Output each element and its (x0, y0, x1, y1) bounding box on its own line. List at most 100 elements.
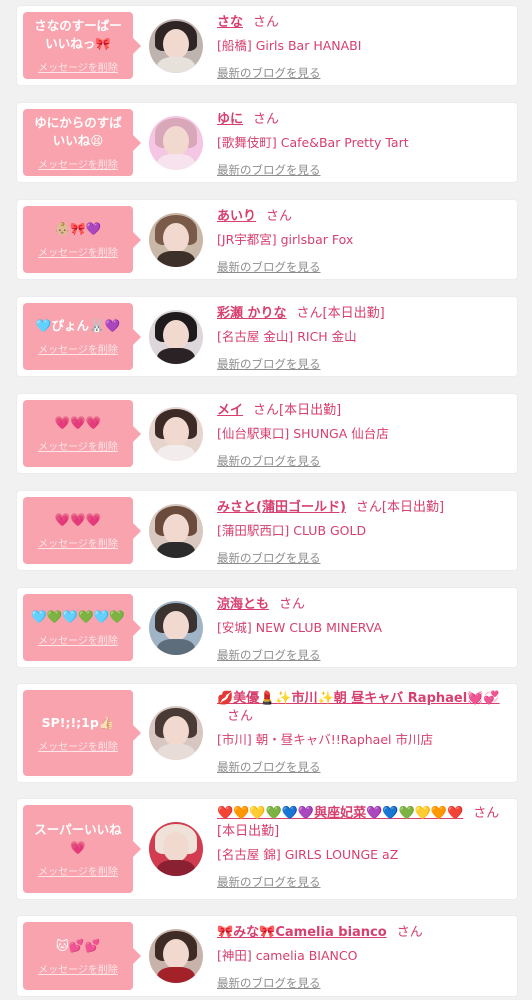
message-bubble: 👶🏼🎀💜 メッセージを削除 (23, 206, 141, 273)
attendance-status: [本日出勤] (279, 403, 342, 418)
cast-name-link[interactable]: 涼海とも (217, 597, 269, 612)
like-card: スーパーいいね💗 メッセージを削除 ❤️🧡💛💚💙💜與座妃菜💜💙💚💛🧡❤️ さん [本… (16, 798, 518, 900)
latest-blog-link[interactable]: 最新のブログを見る (217, 65, 509, 81)
delete-message-link[interactable]: メッセージを削除 (38, 341, 118, 356)
avatar[interactable] (149, 822, 203, 876)
cast-name-link[interactable]: さな (217, 15, 243, 30)
message-text: 🐱💕💕 (55, 937, 101, 953)
latest-blog-link[interactable]: 最新のブログを見る (217, 874, 509, 890)
message-text: ゆにからのすばいいね😫 (34, 115, 122, 148)
attendance-status: [本日出勤] (381, 500, 445, 515)
avatar[interactable] (149, 19, 203, 73)
cast-name-link[interactable]: あいり (217, 209, 256, 224)
delete-message-link[interactable]: メッセージを削除 (38, 863, 118, 878)
avatar[interactable] (149, 310, 203, 364)
shop-info: [仙台駅東口] SHUNGA 仙台店 (217, 426, 389, 441)
name-line: ゆに さん (217, 111, 509, 129)
cast-name-link[interactable]: 💋美優💄✨市川✨朝 昼キャバ Raphael💓💞 (217, 691, 500, 706)
like-card: SP!;!;1p👍🏻 メッセージを削除 💋美優💄✨市川✨朝 昼キャバ Rapha… (16, 683, 518, 783)
avatar[interactable] (149, 504, 203, 558)
attendance-status: [本日出勤] (217, 824, 280, 839)
message-bubble: 🩵💚🩵💚🩵💚 メッセージを削除 (23, 594, 141, 661)
like-card: 🩵💚🩵💚🩵💚 メッセージを削除 涼海とも さん [安城] NEW CLUB MIN… (16, 587, 518, 668)
shop-info: [市川] 朝・昼キャバ!!Raphael 市川店 (217, 732, 433, 747)
honorific: さん (253, 15, 280, 30)
latest-blog-link[interactable]: 最新のブログを見る (217, 259, 509, 275)
latest-blog-link[interactable]: 最新のブログを見る (217, 453, 509, 469)
honorific: さん (253, 112, 280, 127)
avatar[interactable] (149, 116, 203, 170)
profile-info: さな さん [船橋] Girls Bar HANABI 最新のブログを見る (217, 14, 509, 81)
message-text: 💗💗💗 (54, 415, 102, 430)
name-line: 🎀みな🎀Camelia bianco さん (217, 924, 509, 942)
latest-blog-link[interactable]: 最新のブログを見る (217, 975, 509, 991)
cast-name-link[interactable]: ゆに (217, 112, 243, 127)
profile-info: 涼海とも さん [安城] NEW CLUB MINERVA 最新のブログを見る (217, 596, 509, 663)
honorific: さん (253, 403, 280, 418)
delete-message-link[interactable]: メッセージを削除 (38, 535, 118, 550)
profile-info: メイ さん[本日出勤] [仙台駅東口] SHUNGA 仙台店 最新のブログを見る (217, 402, 509, 469)
honorific: さん (279, 597, 306, 612)
name-line: 涼海とも さん (217, 596, 509, 614)
delete-message-link[interactable]: メッセージを削除 (38, 632, 118, 647)
delete-message-link[interactable]: メッセージを削除 (38, 59, 118, 74)
message-text: さなのすーぱーいいねっ🎀 (34, 18, 122, 51)
latest-blog-link[interactable]: 最新のブログを見る (217, 759, 509, 775)
profile-info: あいり さん [JR宇都宮] girlsbar Fox 最新のブログを見る (217, 208, 509, 275)
profile-info: 🎀みな🎀Camelia bianco さん [神田] camelia BIANCO… (217, 924, 509, 991)
shop-info: [JR宇都宮] girlsbar Fox (217, 232, 354, 247)
shop-info: [神田] camelia BIANCO (217, 948, 358, 963)
message-bubble: 🐱💕💕 メッセージを削除 (23, 922, 141, 990)
name-line: みさと(蒲田ゴールド) さん[本日出勤] (217, 499, 509, 517)
cast-name-link[interactable]: メイ (217, 403, 243, 418)
avatar[interactable] (149, 929, 203, 983)
like-card: 👶🏼🎀💜 メッセージを削除 あいり さん [JR宇都宮] girlsbar Fox… (16, 199, 518, 280)
delete-message-link[interactable]: メッセージを削除 (38, 738, 118, 753)
latest-blog-link[interactable]: 最新のブログを見る (217, 356, 509, 372)
latest-blog-link[interactable]: 最新のブログを見る (217, 647, 509, 663)
honorific: さん (227, 709, 254, 724)
delete-message-link[interactable]: メッセージを削除 (38, 156, 118, 171)
delete-message-link[interactable]: メッセージを削除 (38, 244, 118, 259)
cast-name-link[interactable]: 🎀みな🎀Camelia bianco (217, 925, 387, 940)
avatar[interactable] (149, 706, 203, 760)
avatar[interactable] (149, 601, 203, 655)
name-line: ❤️🧡💛💚💙💜與座妃菜💜💙💚💛🧡❤️ さん [本日出勤] (217, 805, 509, 841)
name-line: 彩瀬 かりな さん[本日出勤] (217, 305, 509, 323)
honorific: さん (473, 806, 500, 821)
latest-blog-link[interactable]: 最新のブログを見る (217, 162, 509, 178)
message-bubble: 💗💗💗 メッセージを削除 (23, 400, 141, 467)
shop-info: [名古屋 錦] GIRLS LOUNGE aZ (217, 847, 399, 862)
profile-info: 彩瀬 かりな さん[本日出勤] [名古屋 金山] RICH 金山 最新のブログを見… (217, 305, 509, 372)
cast-name-link[interactable]: みさと(蒲田ゴールド) (217, 500, 346, 515)
honorific: さん (355, 500, 382, 515)
message-text: 🩵💚🩵💚🩵💚 (31, 609, 125, 624)
avatar[interactable] (149, 407, 203, 461)
message-text: 💗💗💗 (54, 512, 102, 527)
message-bubble: ゆにからのすばいいね😫 メッセージを削除 (23, 109, 141, 176)
like-card: ゆにからのすばいいね😫 メッセージを削除 ゆに さん [歌舞伎町] Cafe&Ba… (16, 102, 518, 183)
message-text: 👶🏼🎀💜 (54, 221, 102, 236)
shop-info: [蒲田駅西口] CLUB GOLD (217, 523, 367, 538)
profile-info: 💋美優💄✨市川✨朝 昼キャバ Raphael💓💞 さん [市川] 朝・昼キャバ!!… (217, 690, 509, 775)
honorific: さん (266, 209, 293, 224)
cast-name-link[interactable]: ❤️🧡💛💚💙💜與座妃菜💜💙💚💛🧡❤️ (217, 806, 463, 821)
like-card: 💗💗💗 メッセージを削除 みさと(蒲田ゴールド) さん[本日出勤] [蒲田駅西口]… (16, 490, 518, 571)
honorific: さん (396, 925, 423, 940)
shop-info: [安城] NEW CLUB MINERVA (217, 620, 383, 635)
message-bubble: さなのすーぱーいいねっ🎀 メッセージを削除 (23, 12, 141, 79)
shop-info: [船橋] Girls Bar HANABI (217, 38, 362, 53)
like-card: 🐱💕💕 メッセージを削除 🎀みな🎀Camelia bianco さん [神田] c… (16, 915, 518, 997)
shop-info: [名古屋 金山] RICH 金山 (217, 329, 357, 344)
profile-info: みさと(蒲田ゴールド) さん[本日出勤] [蒲田駅西口] CLUB GOLD 最新… (217, 499, 509, 566)
cast-name-link[interactable]: 彩瀬 かりな (217, 306, 287, 321)
delete-message-link[interactable]: メッセージを削除 (38, 961, 118, 976)
delete-message-link[interactable]: メッセージを削除 (38, 438, 118, 453)
profile-info: ゆに さん [歌舞伎町] Cafe&Bar Pretty Tart 最新のブログを… (217, 111, 509, 178)
message-bubble: 💗💗💗 メッセージを削除 (23, 497, 141, 564)
message-bubble: SP!;!;1p👍🏻 メッセージを削除 (23, 690, 141, 776)
latest-blog-link[interactable]: 最新のブログを見る (217, 550, 509, 566)
avatar[interactable] (149, 213, 203, 267)
name-line: メイ さん[本日出勤] (217, 402, 509, 420)
honorific: さん (296, 306, 323, 321)
